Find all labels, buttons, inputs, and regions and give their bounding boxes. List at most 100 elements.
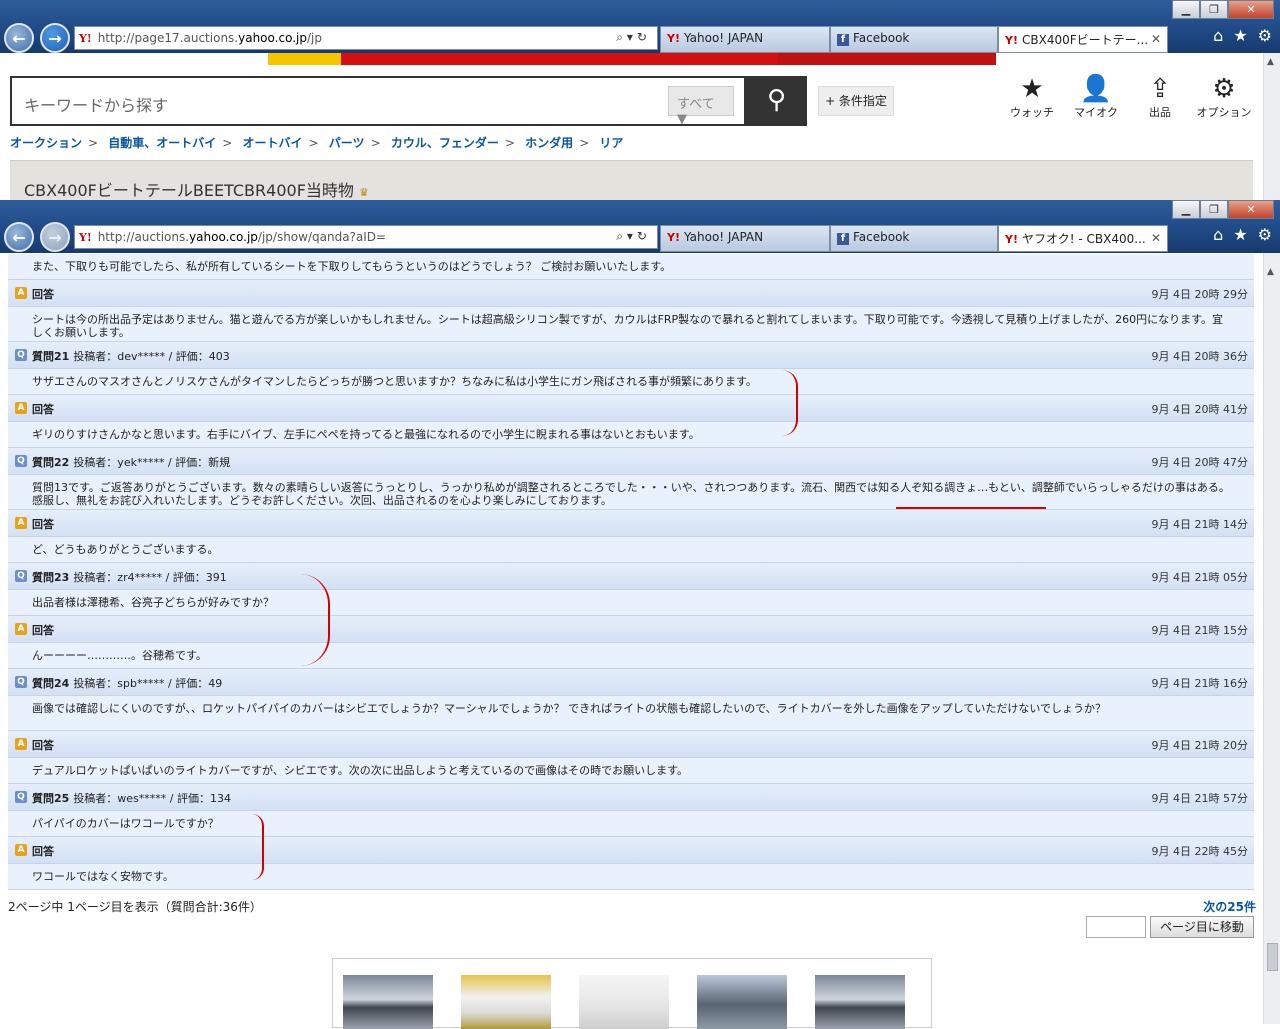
search-row: キーワードから探す すべて ▼ ⚲ + 条件指定 [10,76,894,127]
breadcrumb-item[interactable]: オークション [10,136,82,150]
tab-current-qanda[interactable]: Y! ヤフオク! - CBX400... ✕ [998,225,1168,252]
qa-text: パイパイのカバーはワコールですか？ [8,811,1254,837]
answer-header: A 回答 9月 4日 20時 29分 [8,280,1254,307]
scrollbar-thumb[interactable] [1267,943,1278,971]
qanda-list: また、下取りも可能でしたら、私が所有しているシートを下取りしてもらうというのはど… [8,254,1254,890]
breadcrumb-item[interactable]: パーツ [329,136,365,150]
ad-thumbnail[interactable] [579,975,669,1029]
qa-text: また、下取りも可能でしたら、私が所有しているシートを下取りしてもらうというのはど… [8,254,1254,280]
question-header: Q 質問22 投稿者：yek***** / 評価：新規 9月 4日 20時 47分 [8,448,1254,475]
qa-text: 出品者様は澤穂希、谷亮子どちらが好みですか？ [8,590,1254,616]
tab-yahoo-japan[interactable]: Y! Yahoo! JAPAN [660,26,830,53]
tab-facebook[interactable]: f Facebook [830,26,998,53]
close-tab-icon[interactable]: ✕ [1151,32,1161,46]
ad-thumbnail[interactable] [461,975,551,1029]
search-button[interactable]: ⚲ [746,76,807,126]
breadcrumb-item[interactable]: 自動車、オートバイ [108,136,216,150]
red-annotation-bracket [252,814,264,880]
search-input[interactable]: キーワードから探す [10,76,746,126]
watch-link[interactable]: ★ ウォッチ [1000,74,1064,120]
close-window-button[interactable]: ✕ [1228,0,1274,19]
minimize-button[interactable]: ▁ [1172,200,1200,219]
listing-link[interactable]: ⇪ 出品 [1128,74,1192,120]
question-badge-icon: Q [15,791,27,803]
page-title: CBX400FビートテールBEETCBR400F当時物 [24,181,354,200]
window-controls: ▁ ❐ ✕ [1172,200,1274,219]
search-icon: ⚲ [766,85,787,115]
page-number-input[interactable] [1086,916,1146,938]
timestamp: 9月 4日 21時 57分 [1151,792,1248,805]
breadcrumb: オークション > 自動車、オートバイ > オートバイ > パーツ > カウル、フェンダー… [10,136,624,150]
settings-gear-icon[interactable]: ⚙ [1258,225,1272,244]
maximize-button[interactable]: ❐ [1200,0,1228,19]
timestamp: 9月 4日 21時 05分 [1151,571,1248,584]
browser-tools: ⌂ ★ ⚙ [1213,225,1272,244]
settings-gear-icon[interactable]: ⚙ [1258,26,1272,45]
answer-badge-icon: A [15,738,27,750]
home-icon[interactable]: ⌂ [1213,225,1223,244]
timestamp: 9月 4日 20時 36分 [1151,350,1248,363]
window-controls: ▁ ❐ ✕ [1172,0,1274,19]
question-label: 質問22 [32,456,70,469]
browser-window-1: ▁ ❐ ✕ ← → Y! http://page17.auctions.yaho… [0,0,1280,200]
answer-header: A 回答 9月 4日 20時 41分 [8,395,1254,422]
breadcrumb-item[interactable]: ホンダ用 [525,136,573,150]
answer-label: 回答 [32,739,54,752]
scrollbar[interactable]: ▲ [1263,253,1280,1024]
ad-thumbnail[interactable] [815,975,905,1029]
yahoo-favicon: Y! [79,31,92,45]
url-text: http://auctions.yahoo.co.jp/jp/show/qand… [97,230,387,244]
conditions-button[interactable]: + 条件指定 [818,86,894,116]
ad-thumbnail[interactable] [343,975,433,1029]
address-actions-icon[interactable]: ⌕▾↻ [616,229,651,244]
maximize-button[interactable]: ❐ [1200,200,1228,219]
breadcrumb-item[interactable]: オートバイ [243,136,303,150]
forward-button[interactable]: → [40,23,70,53]
timestamp: 9月 4日 21時 14分 [1151,518,1248,531]
favorites-star-icon[interactable]: ★ [1233,26,1247,45]
upload-icon: ⇪ [1149,74,1171,104]
qa-text: んーーーー…………。谷穂希です。 [8,643,1254,669]
question-header: Q 質問24 投稿者：spb***** / 評価：49 9月 4日 21時 16分 [8,669,1254,696]
next-page-link[interactable]: 次の25件 [1203,898,1256,915]
new-item-icon: ♛ [359,186,369,199]
timestamp: 9月 4日 21時 20分 [1151,739,1248,752]
address-bar[interactable]: Y! http://page17.auctions.yahoo.co.jp/jp… [74,26,658,50]
tab-facebook[interactable]: f Facebook [830,225,998,252]
question-header: Q 質問25 投稿者：wes***** / 評価：134 9月 4日 21時 57分 [8,784,1254,811]
ad-banner[interactable] [268,53,996,65]
question-label: 質問23 [32,571,70,584]
close-tab-icon[interactable]: ✕ [1151,231,1161,245]
category-select[interactable]: すべて ▼ [668,86,734,127]
ad-thumbnail[interactable] [697,975,787,1029]
poster-info: 投稿者：dev***** / 評価：403 [73,350,230,363]
redacted-url [388,232,539,242]
address-actions-icon[interactable]: ⌕▾↻ [616,30,651,45]
favorites-star-icon[interactable]: ★ [1233,225,1247,244]
go-to-page-button[interactable]: ページ目に移動 [1150,916,1254,938]
answer-header: A 回答 9月 4日 21時 14分 [8,510,1254,537]
address-bar[interactable]: Y! http://auctions.yahoo.co.jp/jp/show/q… [74,225,658,249]
breadcrumb-item[interactable]: リア [599,136,623,150]
home-icon[interactable]: ⌂ [1213,26,1223,45]
answer-label: 回答 [32,518,54,531]
red-annotation-underline [896,507,1046,509]
minimize-button[interactable]: ▁ [1172,0,1200,19]
tab-current-auction[interactable]: Y! CBX400Fビートテー... ✕ [998,26,1168,53]
forward-button[interactable]: → [40,222,70,252]
question-label: 質問21 [32,350,70,363]
my-auction-link[interactable]: 👤 マイオク [1064,74,1128,120]
redacted-url [323,33,474,43]
breadcrumb-item[interactable]: カウル、フェンダー [391,136,499,150]
tab-yahoo-japan[interactable]: Y! Yahoo! JAPAN [660,225,830,252]
back-button[interactable]: ← [4,222,34,252]
options-link[interactable]: ⚙ オプション [1192,74,1256,120]
close-window-button[interactable]: ✕ [1228,200,1274,219]
scrollbar[interactable]: ▲ [1263,53,1280,200]
question-header: Q 質問21 投稿者：dev***** / 評価：403 9月 4日 20時 36分 [8,342,1254,369]
back-button[interactable]: ← [4,23,34,53]
user-icon: 👤 [1079,74,1113,104]
browser-chrome: ▁ ❐ ✕ ← → Y! http://page17.auctions.yaho… [0,0,1280,53]
qa-text: ど、どうもありがとうございまする。 [8,537,1254,563]
answer-label: 回答 [32,288,54,301]
